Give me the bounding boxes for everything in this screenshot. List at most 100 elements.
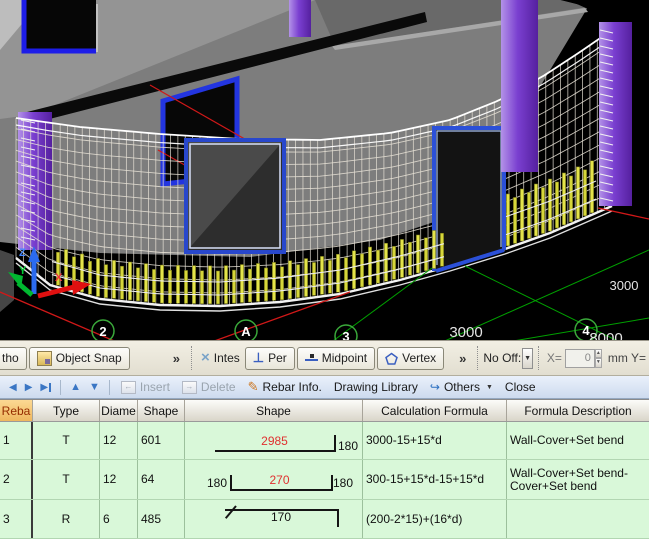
cell-no[interactable]: 1 — [0, 422, 33, 459]
cell-type[interactable]: T — [33, 422, 100, 459]
nav-last-button[interactable]: ▶ — [40, 382, 51, 393]
cell-diameter[interactable]: 6 — [100, 500, 138, 538]
cell-diameter[interactable]: 12 — [100, 460, 138, 499]
table-row-2[interactable]: 2 T 12 64 180 270 180 300-15+15*d-15+15*… — [0, 460, 649, 500]
insert-button[interactable]: ← Insert — [121, 380, 170, 394]
rebar-info-label: Rebar Info. — [263, 380, 322, 394]
mesh-window-opening — [186, 140, 284, 252]
snap-toolbar: tho Object Snap » × Intes ⊥ Per Midpoint… — [0, 340, 649, 376]
move-down-button[interactable]: ▼ — [89, 381, 100, 393]
toolbar-separator — [538, 346, 539, 370]
toolbar-overflow-chevron[interactable]: » — [173, 351, 180, 366]
object-snap-button[interactable]: Object Snap — [29, 347, 130, 370]
intersection-snap[interactable]: × Intes — [197, 351, 244, 365]
midpoint-button[interactable]: Midpoint — [297, 347, 375, 370]
cell-shape-diagram[interactable]: 2985 180 — [185, 422, 363, 459]
grid-bubble-label: 3 — [342, 329, 349, 340]
others-dropdown-arrow: ▼ — [486, 384, 493, 391]
column-right — [599, 22, 632, 206]
cell-formula[interactable]: 300-15+15*d-15+15*d — [363, 460, 507, 499]
midpoint-icon — [305, 353, 318, 364]
cell-type[interactable]: T — [33, 460, 100, 499]
header-type[interactable]: Type — [33, 400, 100, 421]
cell-shape-diagram[interactable]: 170 — [185, 500, 363, 538]
shape-line — [215, 435, 336, 452]
table-row-3[interactable]: 3 R 6 485 170 (200-2*15)+(16*d) — [0, 500, 649, 539]
column-center — [501, 0, 538, 172]
nav-first-button[interactable]: ◀ — [9, 382, 17, 393]
vertex-icon — [385, 352, 398, 365]
grid-bubble-label: 2 — [99, 324, 106, 339]
offset-mode-label: No Off: — [483, 351, 521, 365]
cell-shape-code[interactable]: 601 — [138, 422, 185, 459]
rebar-shape-64: 180 270 180 — [185, 460, 362, 499]
ortho-button-label: tho — [2, 351, 19, 365]
cell-diameter[interactable]: 12 — [100, 422, 138, 459]
delete-icon: → — [182, 381, 197, 394]
cell-type[interactable]: R — [33, 500, 100, 538]
rebar-info-icon: ✎ — [248, 379, 259, 395]
column-top-small — [289, 0, 311, 37]
header-rebar-no[interactable]: Reba — [0, 400, 33, 421]
shape-right-length: 180 — [333, 477, 353, 490]
cell-no[interactable]: 2 — [0, 460, 33, 499]
offset-dropdown-button[interactable]: ▼ — [522, 348, 533, 369]
ortho-button[interactable]: tho — [0, 347, 27, 370]
delete-button[interactable]: → Delete — [182, 380, 236, 394]
cell-shape-code[interactable]: 64 — [138, 460, 185, 499]
axis-y-label: Y — [19, 265, 27, 277]
dimension-right: 3000 — [610, 278, 639, 293]
cell-formula[interactable]: (200-2*15)+(16*d) — [363, 500, 507, 538]
door-opening — [434, 128, 504, 271]
grid-bubble-label: A — [241, 324, 251, 339]
dimension-bottom-right: 8000 — [589, 330, 622, 340]
x-coordinate-stepper[interactable]: ▲▼ — [595, 349, 602, 368]
midpoint-label: Midpoint — [322, 351, 367, 365]
shape-right-length: 180 — [338, 440, 358, 453]
rebar-shape-485: 170 — [185, 500, 362, 538]
close-button[interactable]: Close — [505, 380, 536, 394]
header-shape[interactable]: Shape — [185, 400, 363, 421]
y-coordinate-label: mm Y= — [608, 351, 646, 365]
window-top-left — [22, 0, 97, 53]
shape-main-length: 170 — [225, 511, 337, 524]
cell-shape-diagram[interactable]: 180 270 180 — [185, 460, 363, 499]
cell-shape-code[interactable]: 485 — [138, 500, 185, 538]
object-snap-icon — [37, 351, 52, 366]
toolbar-gripper-2[interactable] — [477, 346, 478, 370]
cell-description[interactable]: Wall-Cover+Set bend — [507, 422, 649, 459]
3d-scene: 2 A 3 4 3000 3000 8000 — [0, 0, 649, 340]
others-button[interactable]: ↪ Others ▼ — [430, 380, 493, 394]
x-coordinate-label: X= — [547, 351, 562, 365]
axis-z-label: Z — [19, 247, 26, 259]
toolbar-separator-2 — [109, 380, 110, 395]
drawing-library-button[interactable]: Drawing Library — [334, 380, 418, 394]
table-row-1[interactable]: 1 T 12 601 2985 180 3000-15+15*d Wall-Co… — [0, 422, 649, 460]
cad-viewport[interactable]: 2 A 3 4 3000 3000 8000 — [0, 0, 649, 340]
dimension-bottom: 3000 — [449, 324, 482, 340]
x-coordinate-input[interactable]: 0 — [565, 349, 595, 368]
cell-no[interactable]: 3 — [0, 500, 33, 538]
vertex-label: Vertex — [402, 351, 436, 365]
cell-description[interactable]: Wall-Cover+Set bend-Cover+Set bend — [507, 460, 649, 499]
toolbar-separator — [60, 380, 61, 395]
intersection-label: Intes — [214, 351, 240, 365]
cell-formula[interactable]: 3000-15+15*d — [363, 422, 507, 459]
table-header-row: Reba Type Diame Shape Shape Calculation … — [0, 399, 649, 422]
nav-next-button[interactable]: ▶ — [25, 382, 33, 393]
header-diameter[interactable]: Diame — [100, 400, 138, 421]
header-description[interactable]: Formula Description — [507, 400, 649, 421]
perpendicular-button[interactable]: ⊥ Per — [245, 347, 295, 370]
header-formula[interactable]: Calculation Formula — [363, 400, 507, 421]
insert-label: Insert — [140, 380, 170, 394]
shape-left-length: 180 — [195, 477, 227, 490]
cell-description[interactable] — [507, 500, 649, 538]
toolbar-overflow-chevron-2[interactable]: » — [459, 351, 466, 366]
perpendicular-icon: ⊥ — [253, 352, 264, 364]
move-up-button[interactable]: ▲ — [70, 381, 81, 393]
toolbar-gripper[interactable] — [191, 346, 192, 370]
vertex-button[interactable]: Vertex — [377, 347, 444, 370]
header-shape-code[interactable]: Shape — [138, 400, 185, 421]
delete-label: Delete — [201, 380, 236, 394]
rebar-info-button[interactable]: ✎ Rebar Info. — [248, 379, 322, 395]
